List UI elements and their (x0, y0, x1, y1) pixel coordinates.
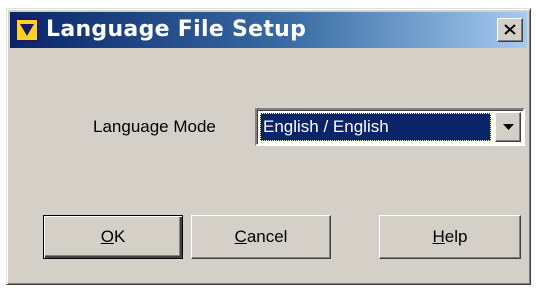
cancel-button[interactable]: Cancel (191, 215, 331, 259)
cancel-mnemonic: C (234, 227, 247, 246)
dropdown-button[interactable] (495, 112, 521, 142)
close-icon (504, 24, 516, 35)
chevron-down-icon (503, 124, 514, 130)
ok-label: K (113, 227, 126, 246)
help-mnemonic: H (432, 227, 445, 246)
title-bar[interactable]: Language File Setup (10, 12, 527, 48)
help-label: elp (444, 227, 468, 246)
language-file-setup-dialog: Language File Setup Language Mode Englis… (6, 8, 531, 285)
language-mode-select[interactable]: English / English (255, 108, 525, 146)
language-mode-selected-value: English / English (260, 113, 491, 141)
cancel-label: ancel (246, 227, 288, 246)
close-button[interactable] (497, 18, 523, 42)
app-v-icon (15, 18, 39, 42)
help-button[interactable]: Help (379, 215, 521, 259)
ok-mnemonic: O (100, 227, 114, 246)
language-mode-label: Language Mode (93, 117, 216, 136)
ok-button[interactable]: OK (43, 215, 183, 259)
window-title: Language File Setup (46, 17, 307, 42)
